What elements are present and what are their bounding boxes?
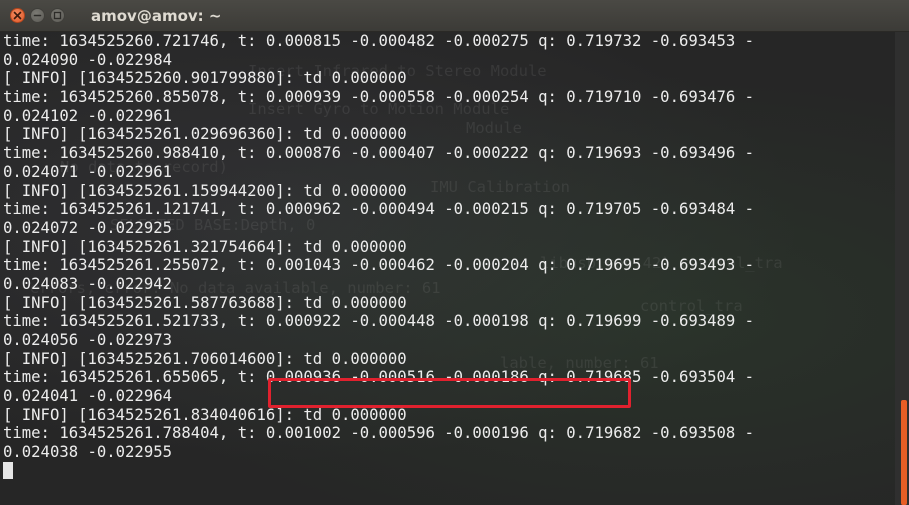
terminal-line: [ INFO] [1634525261.834040616]: td 0.000… — [3, 405, 407, 424]
terminal-line: [ INFO] [1634525260.901799880]: td 0.000… — [3, 69, 407, 88]
terminal-line: [ INFO] [1634525261.587763688]: td 0.000… — [3, 293, 407, 312]
terminal-line: time: 1634525261.521733, t: 0.000922 -0.… — [3, 312, 755, 331]
text-cursor — [3, 461, 13, 479]
terminal-line: 0.024056 -0.022973 — [3, 331, 172, 349]
terminal-line: time: 1634525261.255072, t: 0.001043 -0.… — [3, 256, 755, 275]
scrollbar[interactable] — [895, 32, 909, 505]
window-title: amov@amov: ~ — [91, 7, 222, 25]
terminal-line: 0.024083 -0.022942 — [3, 274, 172, 293]
terminal-line: [ INFO] [1634525261.321754664]: td 0.000… — [3, 237, 407, 256]
maximize-button[interactable] — [50, 8, 65, 23]
terminal-line: time: 1634525260.721746, t: 0.000815 -0.… — [3, 32, 755, 50]
maximize-icon — [53, 11, 62, 20]
minimize-icon — [33, 14, 42, 17]
terminal-window: amov@amov: ~ Insert Infrared to Stereo M… — [0, 0, 909, 505]
terminal-line: [ INFO] [1634525261.159944200]: td 0.000… — [3, 181, 407, 200]
terminal-line: 0.024090 -0.022984 — [3, 50, 172, 69]
cursor-line — [3, 461, 893, 481]
title-bar: amov@amov: ~ — [0, 0, 909, 32]
close-icon — [13, 11, 22, 20]
terminal-output: time: 1634525260.721746, t: 0.000815 -0.… — [3, 32, 893, 481]
terminal-line: 0.024072 -0.022925 — [3, 218, 172, 237]
scrollbar-thumb[interactable] — [901, 400, 907, 505]
terminal-line: 0.024038 -0.022955 — [3, 443, 172, 462]
terminal-line: time: 1634525260.855078, t: 0.000939 -0.… — [3, 88, 755, 107]
terminal-output-area[interactable]: Insert Infrared to Stereo Module Insert … — [0, 32, 895, 505]
highlight-annotation-box — [268, 378, 631, 408]
terminal-line: 0.024071 -0.022961 — [3, 162, 172, 181]
terminal-line: time: 1634525261.121741, t: 0.000962 -0.… — [3, 200, 755, 219]
close-button[interactable] — [10, 8, 25, 23]
terminal-line: [ INFO] [1634525261.706014600]: td 0.000… — [3, 349, 407, 368]
minimize-button[interactable] — [30, 8, 45, 23]
terminal-line: time: 1634525260.988410, t: 0.000876 -0.… — [3, 144, 755, 163]
terminal-line: 0.024102 -0.022961 — [3, 106, 172, 125]
terminal-line: time: 1634525261.788404, t: 0.001002 -0.… — [3, 424, 755, 443]
terminal-line: [ INFO] [1634525261.029696360]: td 0.000… — [3, 125, 407, 144]
